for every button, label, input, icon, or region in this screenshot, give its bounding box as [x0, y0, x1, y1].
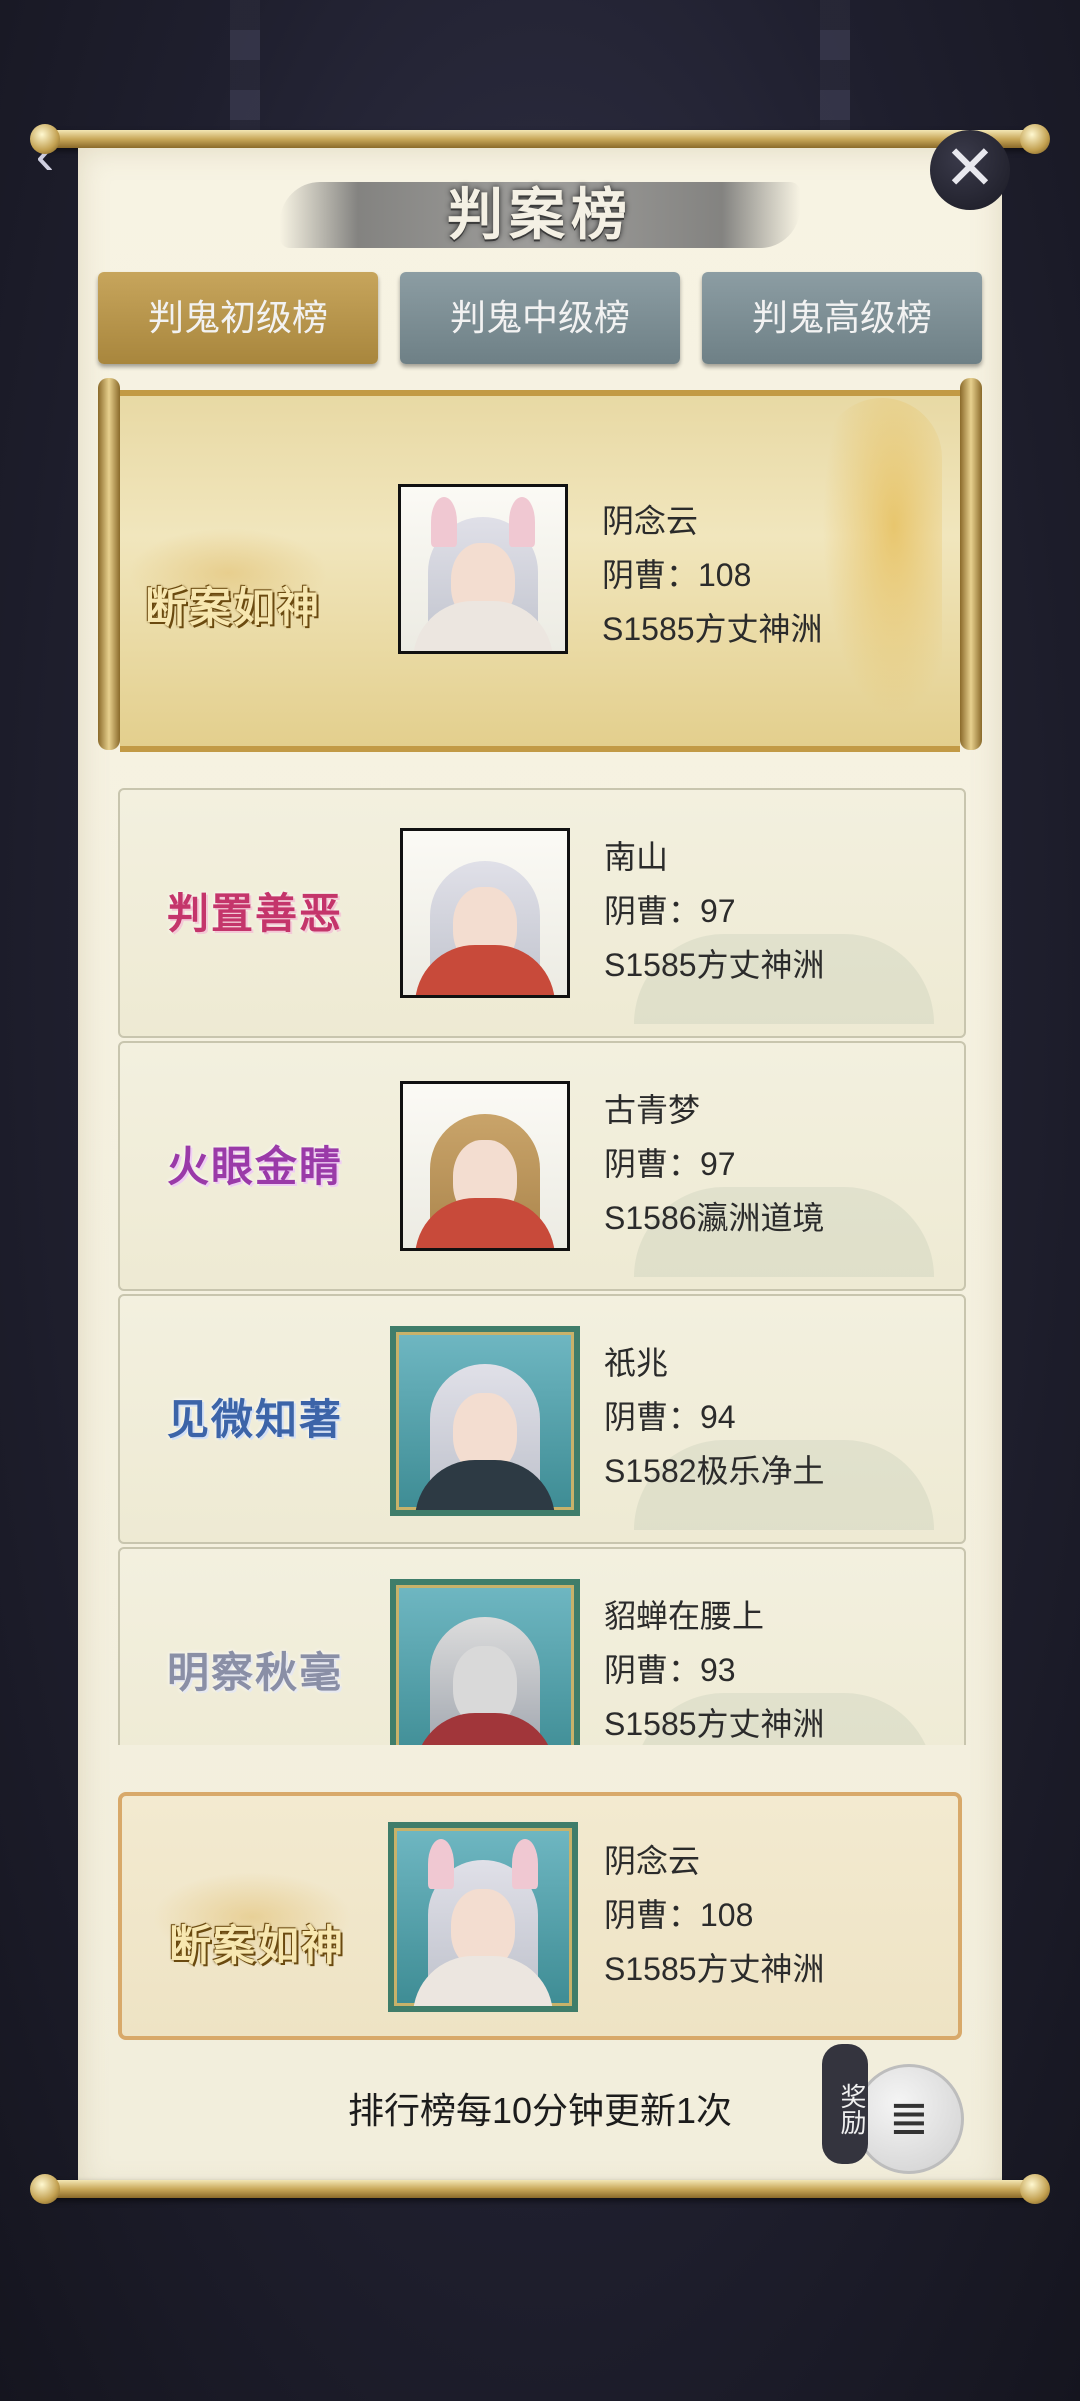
player-name: 南山	[604, 839, 669, 875]
player-server: S1586瀛洲道境	[604, 1200, 825, 1236]
rank-title-badge: 见微知著	[166, 1395, 343, 1444]
player-score: 阴曹：93	[604, 1652, 736, 1688]
player-score: 阴曹：108	[604, 1897, 754, 1933]
player-info: 古青梦 阴曹：97 S1586瀛洲道境	[604, 1083, 825, 1245]
scroll-rod-bottom	[30, 2174, 1050, 2204]
list-item[interactable]: 明察秋毫 貂蝉在腰上 阴曹：93 S1585方丈神洲	[118, 1547, 966, 1745]
player-server: S1582极乐净土	[604, 1453, 825, 1489]
player-avatar[interactable]	[388, 1822, 578, 2012]
list-item[interactable]: 火眼金睛 古青梦 阴曹：97 S1586瀛洲道境	[118, 1041, 966, 1291]
player-avatar[interactable]	[400, 1081, 570, 1251]
reward-label: 奖励	[822, 2044, 868, 2164]
rank-title-badge: 判置善恶	[166, 889, 343, 938]
player-server: S1585方丈神洲	[604, 1951, 825, 1987]
reward-button[interactable]: ≣ 奖励	[822, 2044, 972, 2174]
player-score: 阴曹：97	[604, 1146, 736, 1182]
rank-title-badge: 断案如神	[168, 1921, 345, 1970]
list-item[interactable]: 判置善恶 南山 阴曹：97 S1585方丈神洲	[118, 788, 966, 1038]
player-server: S1585方丈神洲	[604, 1706, 825, 1742]
rank-title-badge: 火眼金睛	[166, 1142, 343, 1191]
player-name: 古青梦	[604, 1092, 701, 1128]
list-item[interactable]: 见微知著 祇兆 阴曹：94 S1582极乐净土	[118, 1294, 966, 1544]
avatar-ear	[512, 1838, 538, 1889]
avatar-ear	[428, 1838, 454, 1889]
my-rank-card[interactable]: 断案如神 阴念云 阴曹：108 S1585方丈神洲	[118, 1792, 962, 2040]
player-score: 阴曹：97	[604, 893, 736, 929]
player-server: S1585方丈神洲	[604, 947, 825, 983]
player-info: 阴念云 阴曹：108 S1585方丈神洲	[604, 1834, 825, 1996]
player-name: 祇兆	[604, 1345, 669, 1381]
player-avatar[interactable]	[390, 1326, 580, 1516]
player-avatar[interactable]	[390, 1579, 580, 1745]
player-name: 貂蝉在腰上	[604, 1598, 765, 1634]
player-avatar[interactable]	[400, 828, 570, 998]
rank-title-badge: 明察秋毫	[166, 1648, 343, 1697]
player-info: 祇兆 阴曹：94 S1582极乐净土	[604, 1336, 825, 1498]
player-name: 阴念云	[604, 1843, 701, 1879]
player-info: 貂蝉在腰上 阴曹：93 S1585方丈神洲	[604, 1589, 825, 1745]
reward-chest-icon: ≣	[854, 2064, 964, 2174]
rank-list[interactable]: 判置善恶 南山 阴曹：97 S1585方丈神洲 火眼金睛 古青梦 阴曹：97 S…	[0, 0, 1080, 1745]
player-score: 阴曹：94	[604, 1399, 736, 1435]
player-info: 南山 阴曹：97 S1585方丈神洲	[604, 830, 825, 992]
